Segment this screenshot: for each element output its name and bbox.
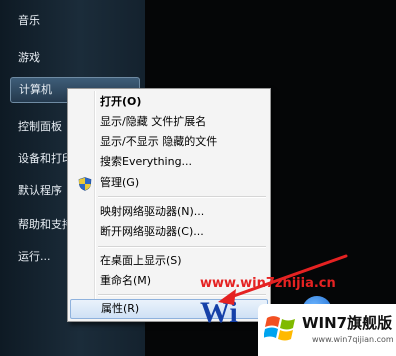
start-item-games[interactable]: 游戏	[10, 45, 140, 71]
windows-flag-icon	[264, 316, 295, 341]
menu-item-disconnect-network-drive[interactable]: 断开网络驱动器(C)...	[70, 222, 268, 242]
menu-separator	[98, 294, 266, 296]
menu-separator	[98, 246, 266, 248]
uac-shield-icon	[78, 177, 92, 191]
watermark-win-text: Wi	[200, 296, 238, 329]
logo-title: WIN7旗舰版	[302, 314, 393, 332]
menu-item-manage-label: 管理(G)	[100, 176, 140, 189]
menu-item-properties[interactable]: 属性(R)	[70, 299, 268, 319]
win7-logo-badge: WIN7旗舰版 www.win7qijian.com	[258, 304, 396, 356]
logo-subtitle-url: www.win7qijian.com	[312, 335, 394, 344]
menu-item-toggle-extensions[interactable]: 显示/隐藏 文件扩展名	[70, 112, 268, 132]
start-item-music[interactable]: 音乐	[10, 8, 140, 34]
menu-item-toggle-hidden-files[interactable]: 显示/不显示 隐藏的文件	[70, 132, 268, 152]
menu-item-search-everything[interactable]: 搜索Everything...	[70, 152, 268, 172]
menu-separator	[98, 196, 266, 198]
menu-item-show-on-desktop[interactable]: 在桌面上显示(S)	[70, 251, 268, 271]
menu-item-manage[interactable]: 管理(G)	[70, 173, 268, 193]
menu-item-map-network-drive[interactable]: 映射网络驱动器(N)...	[70, 202, 268, 222]
watermark-url: www.win7zhijia.cn	[200, 276, 336, 291]
menu-item-open[interactable]: 打开(O)	[70, 92, 268, 112]
